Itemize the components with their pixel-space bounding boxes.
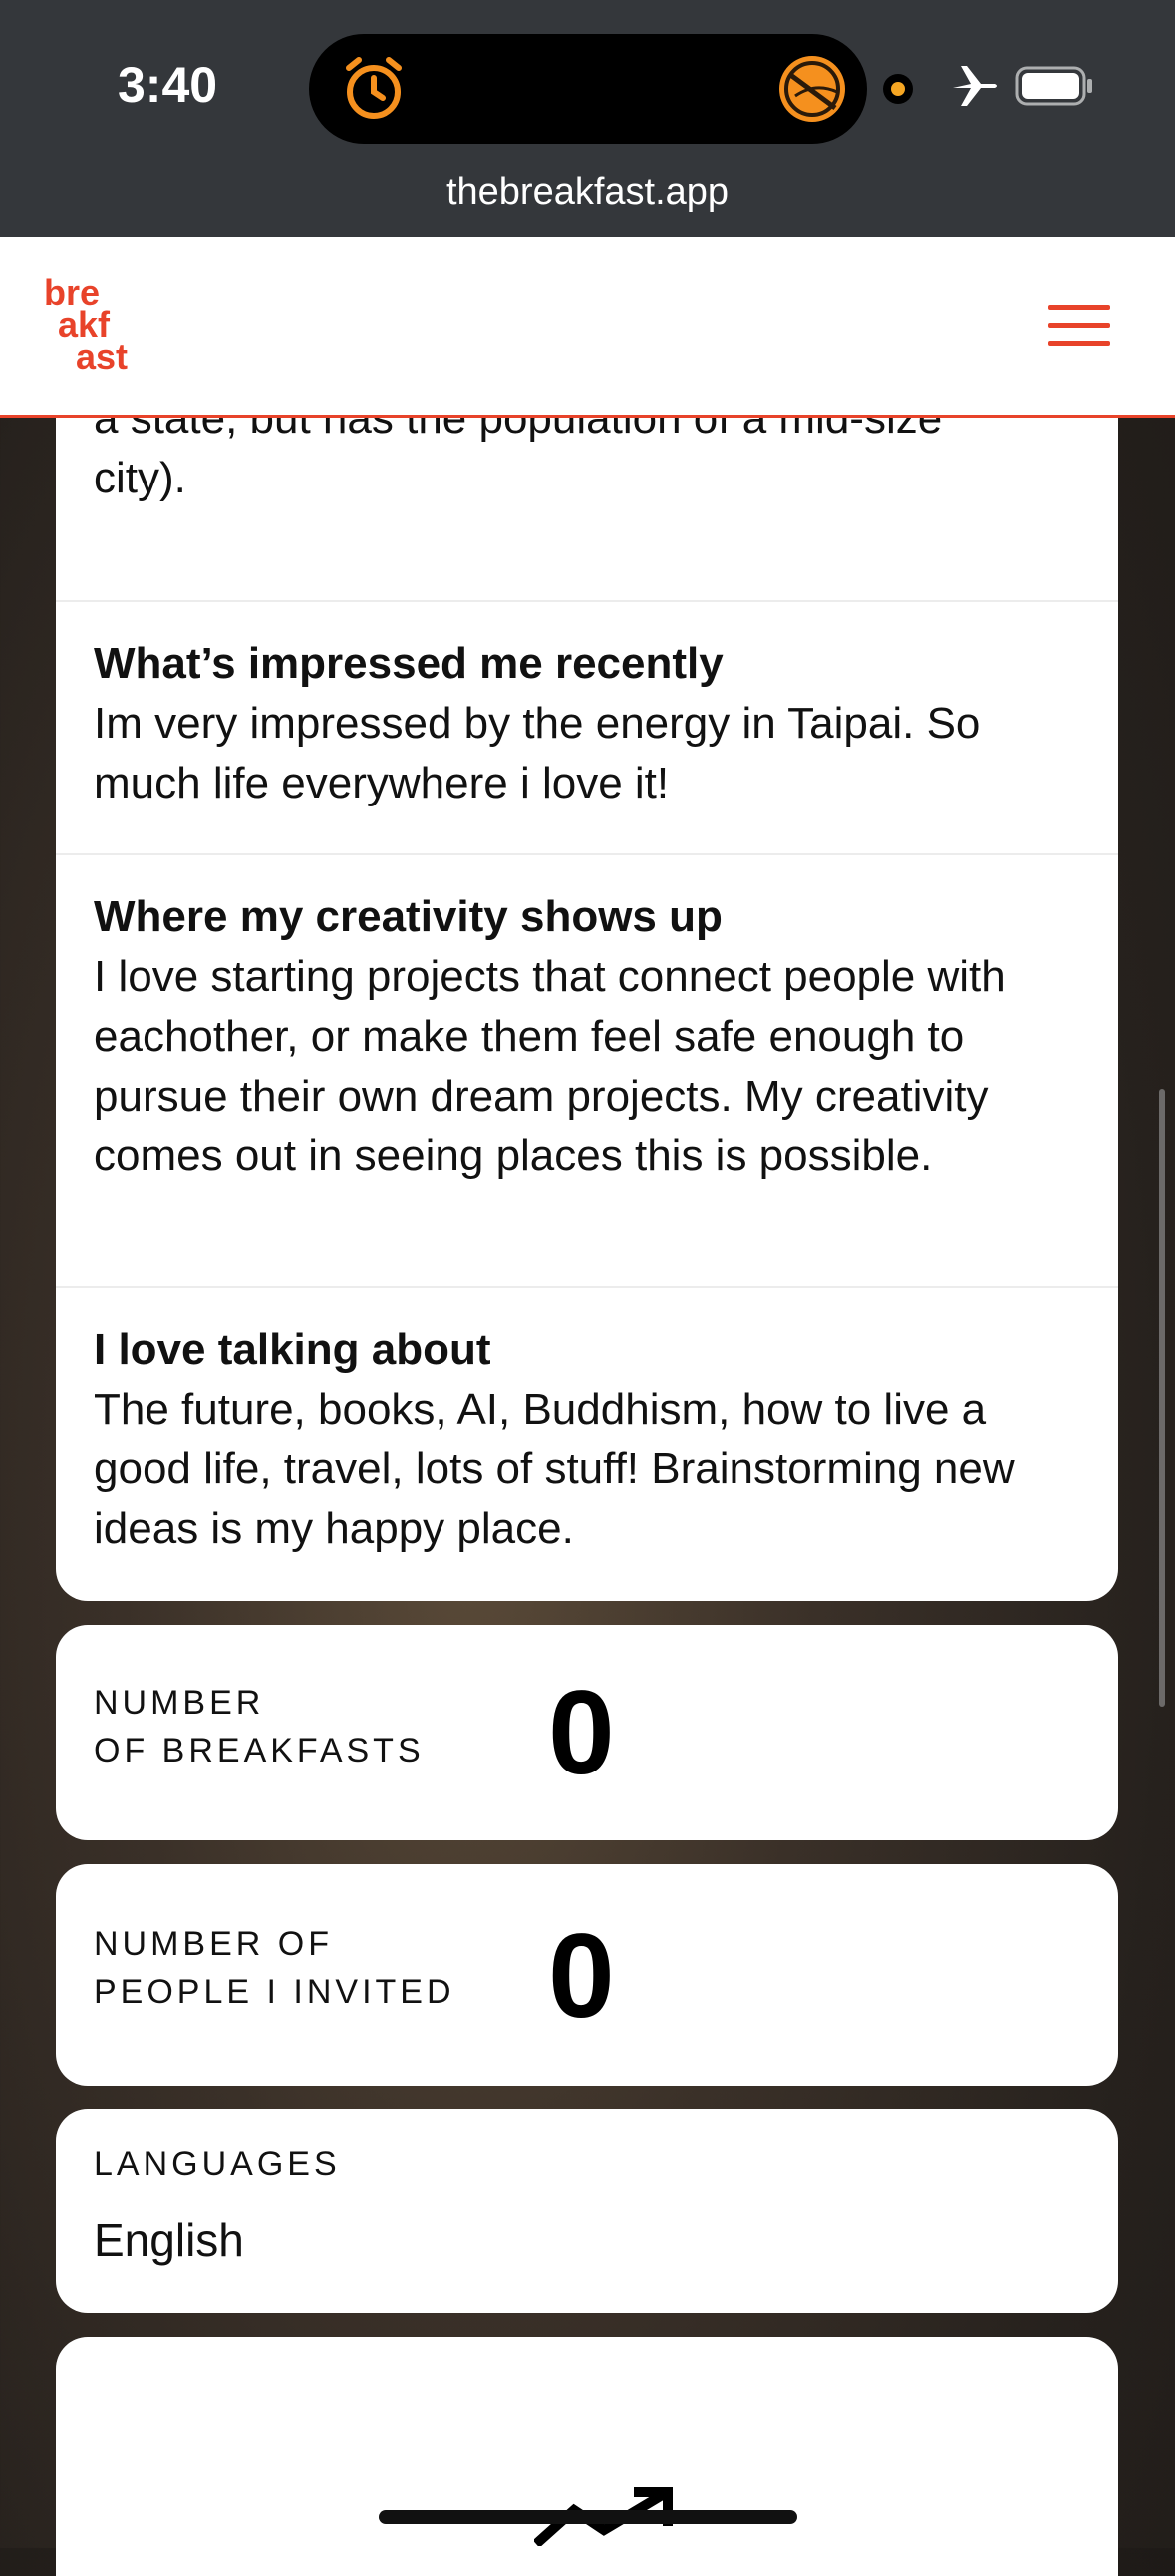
logo-line: ast	[76, 336, 129, 377]
divider	[56, 1286, 1118, 1288]
camera-indicator-dot	[883, 74, 913, 104]
invited-count-card: NUMBER OF PEOPLE I INVITED 0	[56, 1864, 1118, 2086]
profile-details-card: a state, but has the population of a mid…	[56, 379, 1118, 1601]
invited-count: 0	[548, 1909, 615, 2043]
languages-label: LANGUAGES	[94, 2145, 341, 2183]
stat-label: OF BREAKFASTS	[94, 1732, 425, 1770]
section-heading: I love talking about	[94, 1325, 491, 1374]
divider	[56, 600, 1118, 602]
scrollbar[interactable]	[1159, 1089, 1165, 1707]
address-bar-url[interactable]: thebreakfast.app	[0, 171, 1175, 214]
section-impressed: What’s impressed me recently Im very imp…	[56, 634, 1118, 813]
section-heading: Where my creativity shows up	[94, 892, 723, 941]
stat-label: NUMBER	[94, 1684, 265, 1722]
partial-text-line2: city).	[94, 454, 186, 502]
alarm-icon	[346, 57, 402, 119]
dynamic-island	[309, 34, 867, 144]
battery-icon	[1015, 66, 1092, 106]
section-body: The future, books, AI, Buddhism, how to …	[94, 1385, 1015, 1553]
activity-icon	[779, 56, 845, 122]
status-time: 3:40	[118, 57, 218, 113]
breakfasts-count: 0	[548, 1666, 615, 1799]
divider	[56, 853, 1118, 855]
airplane-icon	[953, 66, 997, 106]
section-heading: What’s impressed me recently	[94, 639, 724, 688]
breakfasts-count-card: NUMBER OF BREAKFASTS 0	[56, 1625, 1118, 1840]
section-body: Im very impressed by the energy in Taipa…	[94, 699, 981, 807]
status-bar: 3:40 thebreakfast.app	[0, 0, 1175, 237]
section-creativity: Where my creativity shows up I love star…	[56, 887, 1118, 1186]
breakfast-logo[interactable]: bre akf ast	[44, 275, 129, 377]
section-body: I love starting projects that connect pe…	[94, 952, 1006, 1180]
languages-value: English	[94, 2214, 244, 2266]
site-header: bre akf ast	[0, 237, 1175, 418]
bottom-card	[56, 2337, 1118, 2576]
languages-card: LANGUAGES English	[56, 2109, 1118, 2313]
hamburger-menu-icon[interactable]	[1048, 303, 1110, 349]
home-indicator[interactable]	[379, 2510, 797, 2524]
section-talking-about: I love talking about The future, books, …	[56, 1320, 1118, 1559]
stat-label: NUMBER OF	[94, 1925, 333, 1963]
stat-label: PEOPLE I INVITED	[94, 1973, 455, 2011]
